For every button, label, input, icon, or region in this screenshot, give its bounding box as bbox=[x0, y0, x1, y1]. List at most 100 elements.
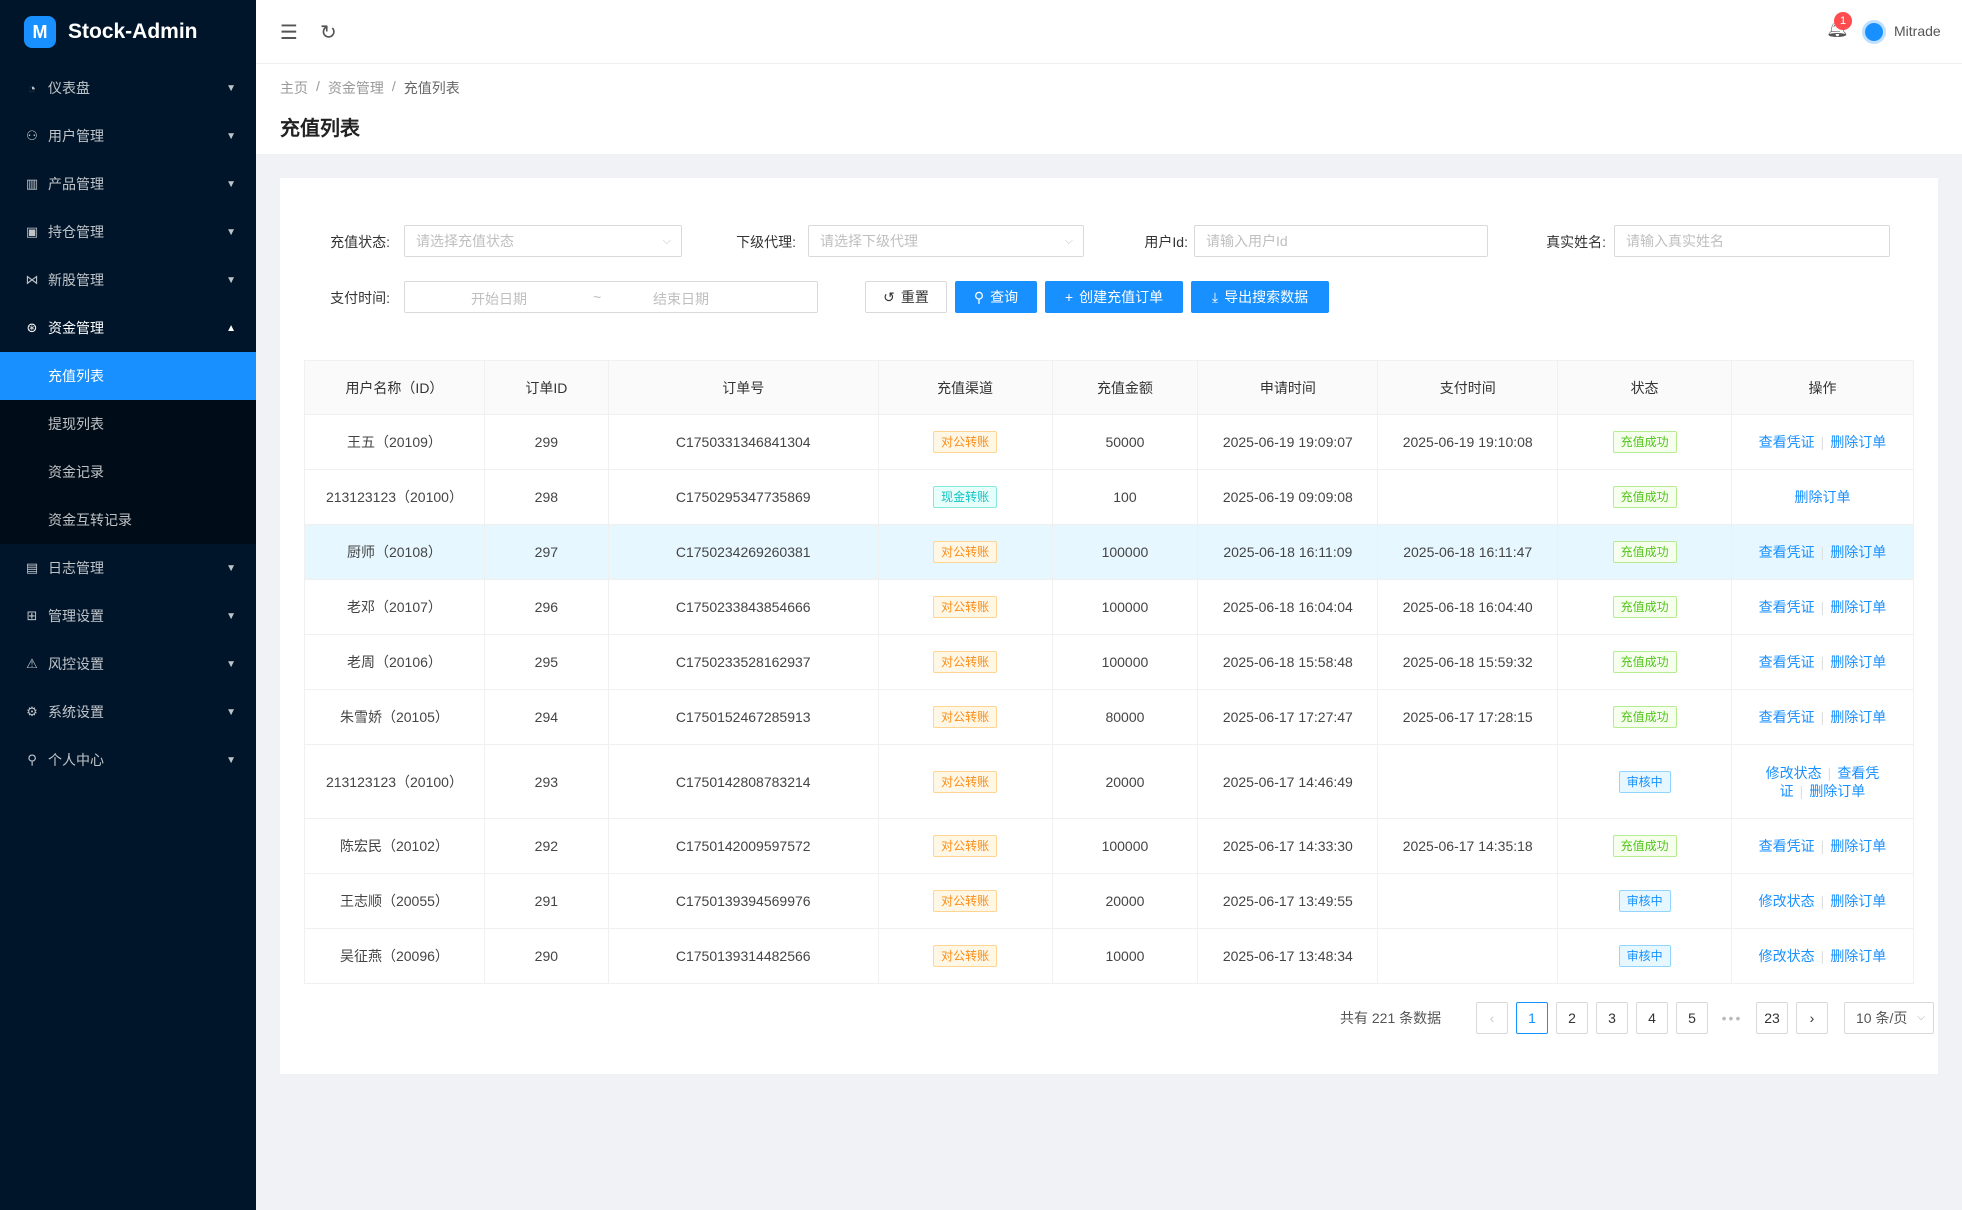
refresh-icon[interactable]: ↻ bbox=[320, 20, 337, 45]
breadcrumb-separator: / bbox=[316, 78, 320, 94]
page-button[interactable]: 2 bbox=[1556, 1002, 1588, 1034]
sidebar-item-label: 个人中心 bbox=[48, 752, 104, 768]
status-badge: 充值成功 bbox=[1612, 486, 1677, 508]
next-page-button[interactable]: › bbox=[1796, 1002, 1828, 1034]
cell-pay-time bbox=[1377, 928, 1559, 984]
table-body: 王五（20109） 299 C1750331346841304 对公转账 50000 20… bbox=[304, 414, 1914, 984]
cell-actions: 查看凭证 | 删除订单 bbox=[1731, 524, 1914, 580]
action-link[interactable]: 修改状态 bbox=[1766, 765, 1822, 781]
content-card: 充值状态: 请选择充值状态 ⌵ 下级代理: 请选择下级代理 ⌵ 用户Id: 请输… bbox=[280, 178, 1938, 1074]
sidebar-item-7[interactable]: ⊞ 管理设置 ▼ bbox=[0, 592, 256, 640]
start-date-input[interactable]: 开始日期 bbox=[471, 289, 527, 309]
recharge-status-label: 充值状态: bbox=[330, 234, 390, 250]
export-button[interactable]: ⤓ 导出搜索数据 bbox=[1191, 281, 1329, 313]
sidebar-item-label: 仪表盘 bbox=[48, 80, 90, 96]
action-link[interactable]: 删除订单 bbox=[1830, 434, 1886, 450]
status-badge: 充值成功 bbox=[1612, 596, 1677, 618]
menu-fold-icon[interactable]: ☰ bbox=[280, 20, 298, 45]
user-id-input[interactable]: 请输入用户Id bbox=[1194, 225, 1488, 257]
logo[interactable]: M Stock-Admin bbox=[0, 0, 256, 64]
action-link[interactable]: 查看凭证 bbox=[1759, 434, 1815, 450]
action-link[interactable]: 查看凭证 bbox=[1759, 709, 1815, 725]
sidebar-subitem-2[interactable]: 资金记录 bbox=[0, 448, 256, 496]
create-order-button[interactable]: + 创建充值订单 bbox=[1045, 281, 1183, 313]
username[interactable]: Mitrade bbox=[1894, 23, 1941, 39]
sidebar-item-1[interactable]: ⚇ 用户管理 ▼ bbox=[0, 112, 256, 160]
action-link[interactable]: 查看凭证 bbox=[1759, 599, 1815, 615]
table-row: 213123123（20100） 298 C1750295347735869 现金转账… bbox=[304, 469, 1914, 525]
action-link[interactable]: 修改状态 bbox=[1759, 893, 1815, 909]
cell-apply-time: 2025-06-17 17:27:47 bbox=[1197, 689, 1379, 745]
action-link[interactable]: 删除订单 bbox=[1830, 709, 1886, 725]
cell-order-no: C1750233843854666 bbox=[607, 579, 879, 635]
column-header: 充值渠道 bbox=[877, 360, 1053, 415]
prev-page-button[interactable]: ‹ bbox=[1476, 1002, 1508, 1034]
channel-tag: 对公转账 bbox=[933, 945, 998, 967]
chevron-down-icon: ▼ bbox=[226, 82, 236, 94]
page-button[interactable]: 1 bbox=[1516, 1002, 1548, 1034]
action-link[interactable]: 删除订单 bbox=[1830, 948, 1886, 964]
sidebar-item-6[interactable]: ▤ 日志管理 ▼ bbox=[0, 544, 256, 592]
action-link[interactable]: 修改状态 bbox=[1759, 948, 1815, 964]
page-button[interactable]: 3 bbox=[1596, 1002, 1628, 1034]
page-button[interactable]: 4 bbox=[1636, 1002, 1668, 1034]
end-date-input[interactable]: 结束日期 bbox=[653, 289, 709, 309]
sidebar-subitem-0[interactable]: 充值列表 bbox=[0, 352, 256, 400]
action-link[interactable]: 删除订单 bbox=[1830, 893, 1886, 909]
sidebar-item-label: 日志管理 bbox=[48, 560, 104, 576]
sidebar-item-4[interactable]: ⋈ 新股管理 ▼ bbox=[0, 256, 256, 304]
action-link[interactable]: 删除订单 bbox=[1795, 489, 1851, 505]
cell-actions: 查看凭证 | 删除订单 bbox=[1731, 414, 1914, 470]
action-link[interactable]: 查看凭证 bbox=[1759, 654, 1815, 670]
real-name-input[interactable]: 请输入真实姓名 bbox=[1614, 225, 1890, 257]
cell-actions: 查看凭证 | 删除订单 bbox=[1731, 579, 1914, 635]
sidebar-item-9[interactable]: ⚙ 系统设置 ▼ bbox=[0, 688, 256, 736]
last-page-button[interactable]: 23 bbox=[1756, 1002, 1788, 1034]
cell-pay-time: 2025-06-17 14:35:18 bbox=[1377, 818, 1559, 874]
sidebar-item-3[interactable]: ▣ 持仓管理 ▼ bbox=[0, 208, 256, 256]
cell-order-no: C1750331346841304 bbox=[607, 414, 879, 470]
cell-amount: 20000 bbox=[1051, 744, 1199, 819]
cell-status: 充值成功 bbox=[1557, 414, 1732, 470]
cell-actions: 修改状态 | 删除订单 bbox=[1731, 873, 1914, 929]
cell-status: 充值成功 bbox=[1557, 689, 1732, 745]
cell-apply-time: 2025-06-17 13:48:34 bbox=[1197, 928, 1379, 984]
breadcrumb-home[interactable]: 主页 bbox=[280, 78, 308, 98]
action-link[interactable]: 查看凭证 bbox=[1759, 838, 1815, 854]
reset-button[interactable]: ↺ 重置 bbox=[865, 281, 947, 313]
action-link[interactable]: 删除订单 bbox=[1830, 544, 1886, 560]
sidebar: M Stock-Admin ◔ 仪表盘 ▼ ⚇ 用户管理 ▼ ▥ 产品管理 ▼ ▣ 持仓管理 ▼ ⋈ 新股… bbox=[0, 0, 256, 1210]
breadcrumb-funds[interactable]: 资金管理 bbox=[328, 78, 384, 98]
action-link[interactable]: 删除订单 bbox=[1830, 599, 1886, 615]
pagination-ellipsis[interactable]: ••• bbox=[1716, 1002, 1748, 1034]
action-link[interactable]: 删除订单 bbox=[1830, 654, 1886, 670]
status-badge: 审核中 bbox=[1618, 890, 1671, 912]
avatar[interactable] bbox=[1862, 20, 1886, 44]
agent-select[interactable]: 请选择下级代理 ⌵ bbox=[808, 225, 1084, 257]
action-link[interactable]: 删除订单 bbox=[1809, 783, 1865, 799]
cell-channel: 对公转账 bbox=[877, 524, 1053, 580]
page-size-select[interactable]: 10 条/页 ⌵ bbox=[1844, 1002, 1934, 1034]
action-link[interactable]: 删除订单 bbox=[1830, 838, 1886, 854]
pay-time-range-picker[interactable]: 开始日期 ~ 结束日期 bbox=[404, 281, 818, 313]
sidebar-item-0[interactable]: ◔ 仪表盘 ▼ bbox=[0, 64, 256, 112]
cell-pay-time: 2025-06-18 16:04:40 bbox=[1377, 579, 1559, 635]
page-button[interactable]: 5 bbox=[1676, 1002, 1708, 1034]
cell-channel: 对公转账 bbox=[877, 634, 1053, 690]
sidebar-item-label: 用户管理 bbox=[48, 128, 104, 144]
sidebar-item-2[interactable]: ▥ 产品管理 ▼ bbox=[0, 160, 256, 208]
action-link[interactable]: 查看凭证 bbox=[1759, 544, 1815, 560]
sidebar-subitem-1[interactable]: 提现列表 bbox=[0, 400, 256, 448]
cell-channel: 对公转账 bbox=[877, 689, 1053, 745]
recharge-table: 用户名称（ID） 订单ID 订单号 充值渠道 充值金额 申请时间 支付时间 状态 操作 王五（2… bbox=[304, 360, 1914, 984]
sidebar-subitem-3[interactable]: 资金互转记录 bbox=[0, 496, 256, 544]
cell-order-no: C1750139314482566 bbox=[607, 928, 879, 984]
dashboard-icon: ◔ bbox=[28, 80, 36, 96]
recharge-status-select[interactable]: 请选择充值状态 ⌵ bbox=[404, 225, 682, 257]
sidebar-item-5[interactable]: ⊛ 资金管理 ▲ bbox=[0, 304, 256, 352]
search-button[interactable]: ⚲ 查询 bbox=[955, 281, 1037, 313]
sidebar-item-10[interactable]: ⚲ 个人中心 ▼ bbox=[0, 736, 256, 784]
chevron-down-icon: ▼ bbox=[226, 706, 236, 718]
cell-user: 213123123（20100） bbox=[304, 469, 485, 525]
sidebar-item-8[interactable]: ⚠ 风控设置 ▼ bbox=[0, 640, 256, 688]
